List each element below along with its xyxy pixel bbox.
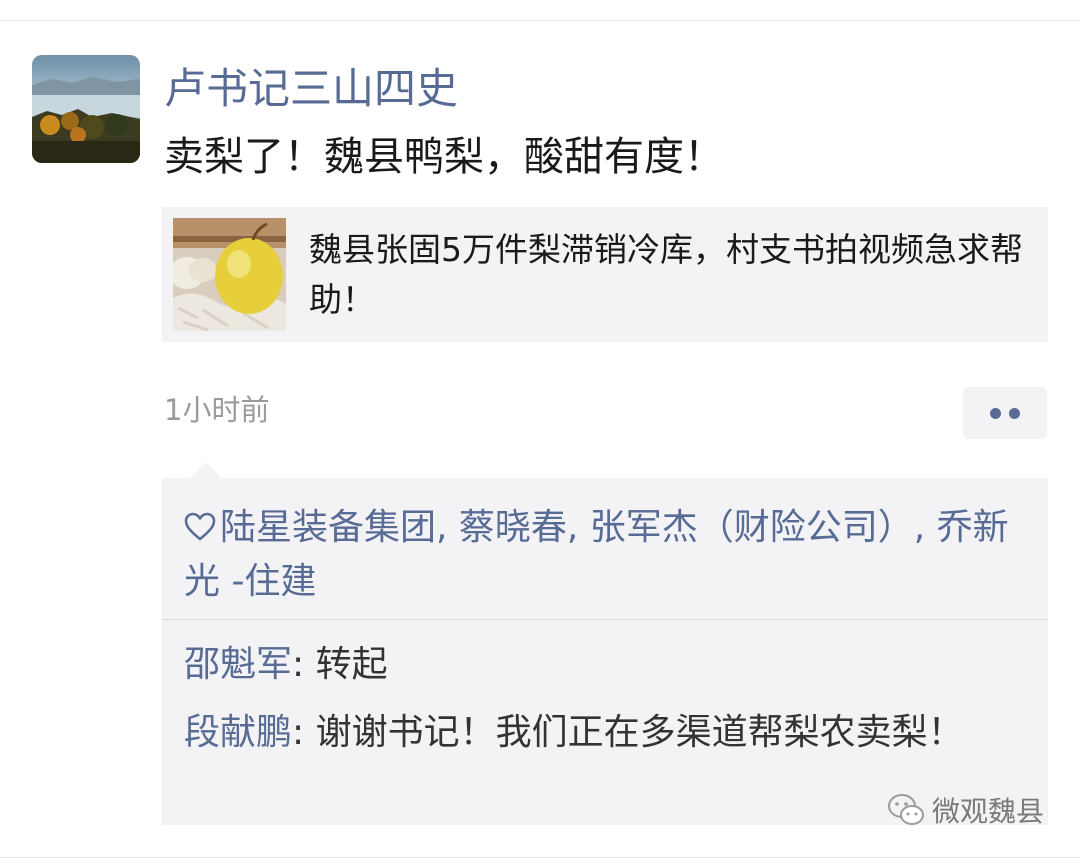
comment-separator: : bbox=[292, 712, 316, 753]
comment-author[interactable]: 段献鹏 bbox=[184, 712, 292, 753]
comment-item[interactable]: 邵魁军: 转起 bbox=[184, 638, 1014, 692]
comment-item[interactable]: 段献鹏: 谢谢书记！我们正在多渠道帮梨农卖梨！ bbox=[184, 706, 1014, 760]
likes-names[interactable]: 陆星装备集团, 蔡晓春, 张军杰（财险公司）, 乔新光 -住建 bbox=[184, 507, 1009, 602]
heart-icon bbox=[184, 512, 216, 541]
post-text: 卖梨了！魏县鸭梨，酸甜有度！ bbox=[164, 134, 724, 180]
likes-comments-divider bbox=[162, 619, 1048, 620]
more-actions-button[interactable] bbox=[963, 387, 1047, 439]
shared-link-card[interactable]: 魏县张固5万件梨滞销冷库，村支书拍视频急求帮助！ bbox=[162, 207, 1048, 342]
top-divider bbox=[0, 20, 1080, 21]
avatar-landscape-image bbox=[32, 55, 140, 163]
watermark: 微观魏县 bbox=[886, 790, 1044, 836]
more-dot-icon bbox=[1009, 408, 1020, 419]
interaction-caret bbox=[190, 462, 222, 478]
wechat-icon bbox=[888, 794, 924, 825]
comment-text: 谢谢书记！我们正在多渠道帮梨农卖梨！ bbox=[315, 712, 964, 753]
post-timestamp: 1小时前 bbox=[164, 393, 270, 427]
moments-post: 卢书记三山四史 卖梨了！魏县鸭梨，酸甜有度！ 魏县张固5万件梨滞销冷库，村支书拍… bbox=[0, 0, 1080, 863]
more-dot-icon bbox=[990, 408, 1001, 419]
comment-text: 转起 bbox=[315, 644, 388, 685]
watermark-text: 微观魏县 bbox=[932, 795, 1045, 828]
comment-author[interactable]: 邵魁军 bbox=[184, 644, 292, 685]
avatar[interactable] bbox=[32, 55, 140, 163]
link-thumbnail bbox=[173, 218, 286, 331]
comment-separator: : bbox=[292, 644, 316, 685]
bottom-divider bbox=[0, 857, 1080, 858]
likes-list: 陆星装备集团, 蔡晓春, 张军杰（财险公司）, 乔新光 -住建 bbox=[184, 501, 1024, 609]
post-author[interactable]: 卢书记三山四史 bbox=[164, 62, 458, 116]
pear-photo-icon bbox=[173, 218, 286, 331]
likes-comments-panel: 陆星装备集团, 蔡晓春, 张军杰（财险公司）, 乔新光 -住建 邵魁军: 转起 … bbox=[162, 478, 1048, 825]
link-title: 魏县张固5万件梨滞销冷库，村支书拍视频急求帮助！ bbox=[309, 230, 1023, 319]
